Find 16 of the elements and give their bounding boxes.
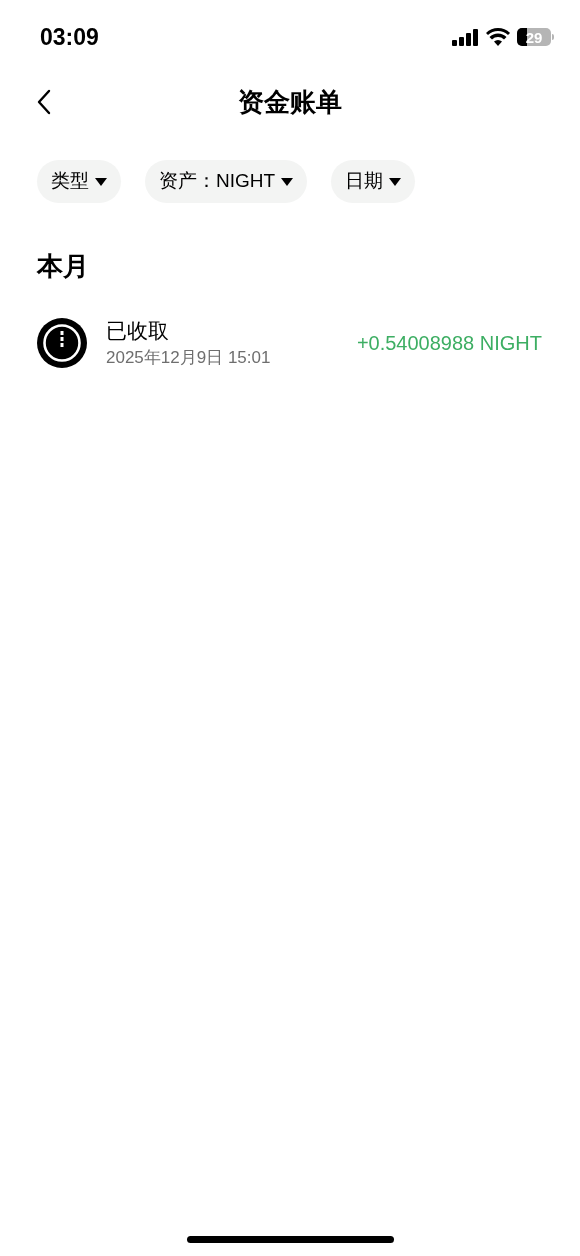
back-icon (37, 89, 51, 115)
filter-chip[interactable]: 类型 (37, 160, 121, 203)
status-time: 03:09 (40, 22, 99, 52)
transaction-amount: +0.54008988 NIGHT (356, 331, 542, 356)
dropdown-caret-icon (281, 177, 294, 186)
dropdown-caret-icon (389, 177, 402, 186)
transaction-title: 已收取 (106, 318, 170, 344)
wifi-icon (486, 28, 510, 46)
transaction-date: 2025年12月9日 15:01 (106, 347, 272, 369)
dropdown-caret-icon (95, 177, 107, 186)
filter-chip[interactable]: 日期 (331, 160, 416, 203)
signal-icon (452, 28, 479, 46)
section-title: 本月 (37, 251, 89, 281)
clock-icon (37, 318, 87, 368)
filter-chip[interactable]: 资产：NIGHT (145, 160, 308, 203)
page-title: 资金账单 (238, 85, 342, 119)
